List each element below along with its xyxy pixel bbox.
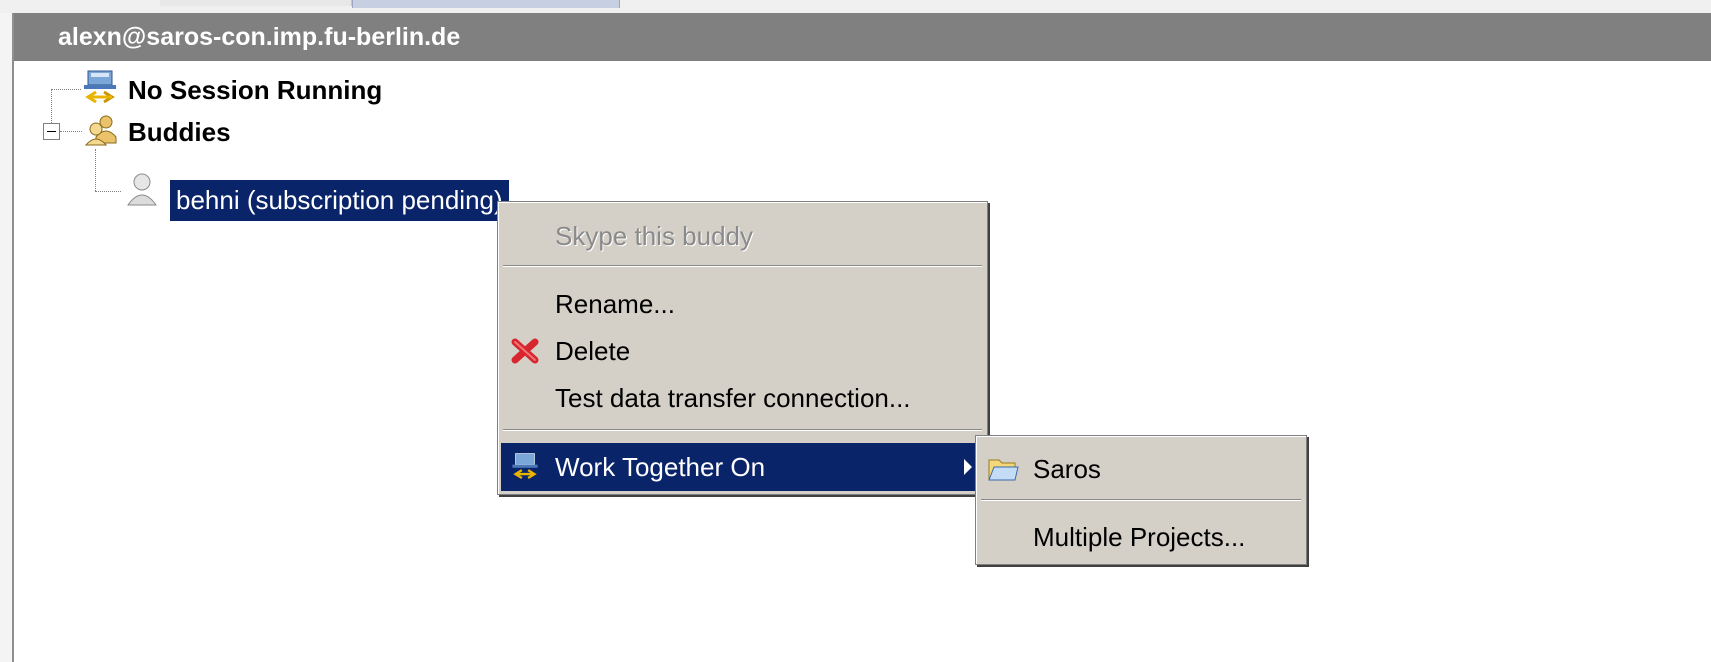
folder-icon [988,459,1019,481]
menu-item-test-connection[interactable]: Test data transfer connection... [501,374,984,422]
session-icon [512,453,538,480]
menu-item-delete-label: Delete [555,336,631,366]
submenu-item-multiple-projects[interactable]: Multiple Projects... [979,513,1303,561]
submenu-item-saros[interactable]: Saros [979,445,1303,493]
session-icon [84,70,116,104]
tab-active[interactable] [352,0,620,8]
submenu-arrow-icon [964,459,972,475]
menu-separator [981,499,1301,501]
buddy-item-behni[interactable]: behni (subscription pending) [170,180,509,221]
buddies-collapse-toggle[interactable] [43,123,60,140]
buddies-group-icon [84,115,117,146]
tree-line [51,89,81,90]
tree-line [60,131,82,132]
menu-item-rename[interactable]: Rename... [501,280,984,328]
work-together-submenu: Saros Multiple Projects... [975,435,1307,565]
buddy-offline-icon [127,173,157,206]
buddy-context-menu: Skype this buddy Rename... Delete Test d… [497,201,988,495]
tab-inactive[interactable] [160,0,352,6]
tree-line [95,191,121,192]
menu-separator [503,265,982,267]
menu-item-delete[interactable]: Delete [501,327,984,375]
red-x-icon [511,338,539,364]
view-title: alexn@saros-con.imp.fu-berlin.de [14,13,1711,61]
tree-line [95,149,96,191]
submenu-item-saros-label: Saros [1033,454,1101,484]
menu-item-skype[interactable]: Skype this buddy [501,212,984,260]
menu-item-work-together-on[interactable]: Work Together On [501,443,984,491]
buddies-group-label[interactable]: Buddies [128,115,231,149]
menu-item-work-together-on-label: Work Together On [555,452,766,482]
session-status-label[interactable]: No Session Running [128,73,382,107]
menu-separator [503,429,982,431]
